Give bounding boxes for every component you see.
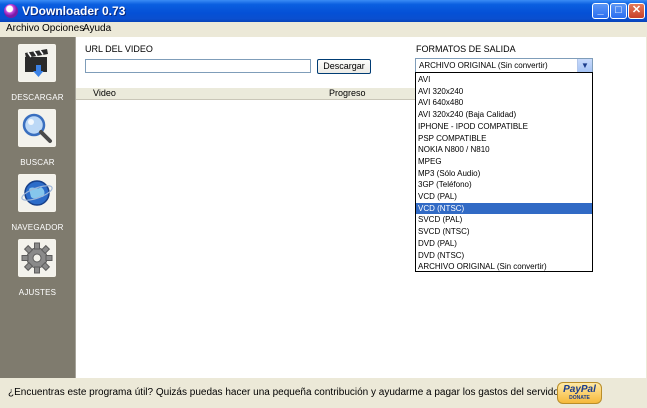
- column-progreso[interactable]: Progreso: [329, 88, 366, 98]
- url-input[interactable]: [85, 59, 311, 73]
- download-list[interactable]: [76, 100, 416, 378]
- format-option[interactable]: IPHONE - IPOD COMPATIBLE: [416, 121, 592, 132]
- clapperboard-download-icon[interactable]: [18, 44, 56, 82]
- chevron-down-icon[interactable]: ▼: [577, 59, 592, 72]
- magnifier-icon[interactable]: [18, 109, 56, 147]
- menu-ayuda[interactable]: Ayuda: [83, 23, 111, 34]
- close-button[interactable]: ✕: [628, 3, 645, 19]
- title-bar[interactable]: VDownloader 0.73 _ □ ✕: [0, 0, 647, 22]
- format-option[interactable]: SVCD (PAL): [416, 214, 592, 225]
- format-option[interactable]: NOKIA N800 / N810: [416, 144, 592, 155]
- paypal-donate-button[interactable]: PayPal DONATE: [557, 382, 602, 404]
- format-option[interactable]: DVD (PAL): [416, 238, 592, 249]
- sidebar-label-ajustes: AJUSTES: [18, 288, 57, 297]
- url-label: URL DEL VIDEO: [85, 44, 153, 54]
- window-title: VDownloader 0.73: [22, 4, 126, 18]
- format-option[interactable]: AVI 320x240: [416, 86, 592, 97]
- format-option[interactable]: SVCD (NTSC): [416, 226, 592, 237]
- app-icon: [4, 4, 18, 18]
- format-dropdown-list[interactable]: AVI AVI 320x240 AVI 640x480 AVI 320x240 …: [415, 72, 593, 272]
- format-option[interactable]: 3GP (Teléfono): [416, 179, 592, 190]
- menu-opciones[interactable]: Opciones: [42, 23, 84, 34]
- menu-archivo[interactable]: Archivo: [6, 23, 39, 34]
- formats-label: FORMATOS DE SALIDA: [416, 44, 516, 54]
- format-option[interactable]: VCD (PAL): [416, 191, 592, 202]
- maximize-button[interactable]: □: [610, 3, 627, 19]
- sidebar-label-descargar: DESCARGAR: [11, 93, 64, 102]
- format-option[interactable]: MPEG: [416, 156, 592, 167]
- format-select[interactable]: ARCHIVO ORIGINAL (Sin convertir) ▼: [415, 58, 593, 73]
- format-option[interactable]: DVD (NTSC): [416, 250, 592, 261]
- sidebar-label-buscar: BUSCAR: [20, 158, 55, 167]
- gear-icon[interactable]: [18, 239, 56, 277]
- donation-message: ¿Encuentras este programa útil? Quizás p…: [8, 387, 575, 398]
- format-select-value: ARCHIVO ORIGINAL (Sin convertir): [419, 61, 548, 70]
- sidebar: DESCARGAR BUSCAR NAVEGADOR AJUSTES: [0, 37, 75, 378]
- minimize-button[interactable]: _: [592, 3, 609, 19]
- download-list-header: Video Progreso: [76, 88, 416, 100]
- format-option-selected[interactable]: VCD (NTSC): [416, 202, 592, 214]
- format-option[interactable]: AVI: [416, 74, 592, 85]
- format-option[interactable]: MP3 (Sólo Audio): [416, 168, 592, 179]
- download-button[interactable]: Descargar: [317, 59, 371, 74]
- format-option[interactable]: AVI 320x240 (Baja Calidad): [416, 109, 592, 120]
- sidebar-label-navegador: NAVEGADOR: [11, 223, 64, 232]
- paypal-logo: PayPal: [563, 384, 596, 395]
- footer: ¿Encuentras este programa útil? Quizás p…: [0, 378, 647, 408]
- paypal-donate-label: DONATE: [569, 395, 590, 401]
- menu-bar: Archivo Opciones Ayuda: [0, 22, 647, 36]
- format-option[interactable]: AVI 640x480: [416, 97, 592, 108]
- column-video[interactable]: Video: [93, 88, 116, 98]
- format-option[interactable]: ARCHIVO ORIGINAL (Sin convertir): [416, 261, 592, 271]
- format-option[interactable]: PSP COMPATIBLE: [416, 133, 592, 144]
- globe-icon[interactable]: [18, 174, 56, 212]
